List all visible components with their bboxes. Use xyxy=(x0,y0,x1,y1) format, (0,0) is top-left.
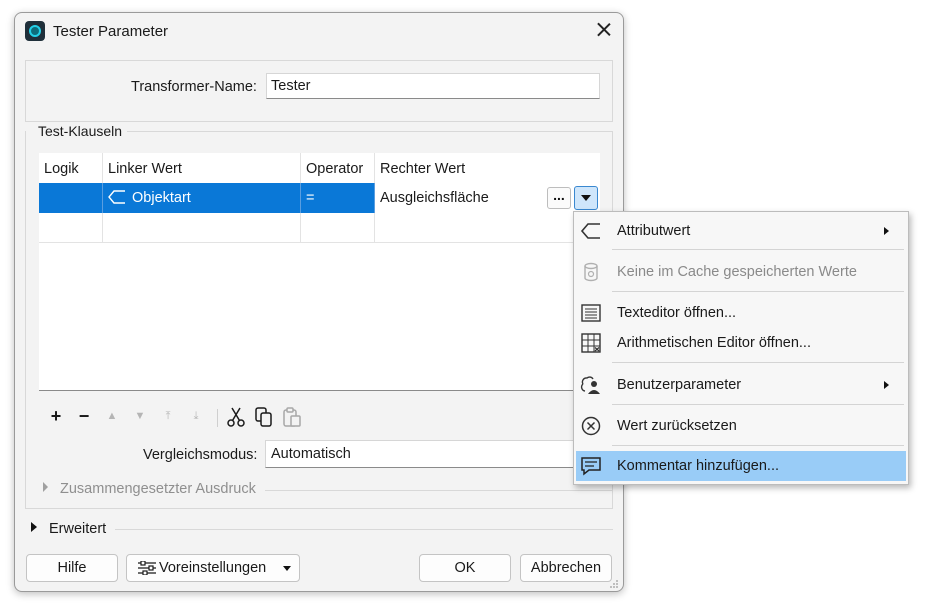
test-clauses-table[interactable]: Logik Linker Wert Operator Rechter Wert … xyxy=(39,153,600,391)
expand-triangle-icon xyxy=(31,522,37,532)
table-row[interactable] xyxy=(39,213,600,243)
move-down-icon[interactable]: ▼ xyxy=(129,405,151,429)
column-header-left-value[interactable]: Linker Wert xyxy=(103,153,301,183)
right-value-text: Ausgleichsfläche xyxy=(380,190,489,206)
attribute-icon xyxy=(580,223,600,239)
compound-expression-toggle[interactable]: Zusammengesetzter Ausdruck xyxy=(43,481,256,497)
menu-separator xyxy=(612,249,904,250)
transformer-name-label: Transformer-Name: xyxy=(131,79,257,95)
cell-logic[interactable] xyxy=(39,183,103,213)
cell-logic[interactable] xyxy=(39,213,103,243)
close-icon[interactable] xyxy=(593,19,615,41)
submenu-arrow-icon xyxy=(884,227,889,235)
menu-item-no-cached-values[interactable]: Keine im Cache gespeicherten Werte xyxy=(576,257,906,287)
cancel-button[interactable]: Abbrechen xyxy=(520,554,612,582)
text-editor-icon xyxy=(581,304,601,322)
table-row[interactable]: Objektart = Ausgleichsfläche ... xyxy=(39,183,600,213)
submenu-arrow-icon xyxy=(884,381,889,389)
menu-separator xyxy=(612,291,904,292)
resize-grip-icon[interactable] xyxy=(609,579,619,589)
table-header: Logik Linker Wert Operator Rechter Wert xyxy=(39,153,600,183)
value-context-menu: Attributwert Keine im Cache gespeicherte… xyxy=(573,211,909,485)
menu-item-label: Texteditor öffnen... xyxy=(617,305,737,321)
transformer-name-panel: Transformer-Name: Tester xyxy=(25,60,613,122)
column-header-logic[interactable]: Logik xyxy=(39,153,103,183)
presets-icon xyxy=(138,561,156,575)
reset-icon xyxy=(581,416,601,436)
column-header-operator[interactable]: Operator xyxy=(301,153,375,183)
user-parameter-icon xyxy=(580,376,600,394)
advanced-label: Erweitert xyxy=(49,521,107,537)
menu-item-attribute-value[interactable]: Attributwert xyxy=(576,216,906,246)
toolbar-separator xyxy=(217,409,218,427)
presets-label: Voreinstellungen xyxy=(159,560,267,576)
cut-icon[interactable] xyxy=(225,405,247,429)
ok-button[interactable]: OK xyxy=(419,554,511,582)
help-button[interactable]: Hilfe xyxy=(26,554,118,582)
move-up-icon[interactable]: ▲ xyxy=(101,405,123,429)
title-bar: Tester Parameter xyxy=(15,13,623,49)
cell-right-value[interactable] xyxy=(375,213,600,243)
menu-item-label: Keine im Cache gespeicherten Werte xyxy=(617,264,857,280)
copy-icon[interactable] xyxy=(253,405,275,429)
move-top-icon[interactable]: ⤒ xyxy=(157,405,179,429)
cell-left-value[interactable]: Objektart xyxy=(103,183,301,213)
menu-item-open-arithmetic-editor[interactable]: Arithmetischen Editor öffnen... xyxy=(576,328,906,358)
menu-item-reset-value[interactable]: Wert zurücksetzen xyxy=(576,411,906,441)
menu-item-add-comment[interactable]: Kommentar hinzufügen... xyxy=(576,451,906,481)
cell-operator[interactable]: = xyxy=(301,183,375,213)
menu-item-label: Benutzerparameter xyxy=(617,377,742,393)
compound-divider xyxy=(265,490,613,491)
remove-clause-button[interactable]: − xyxy=(73,405,95,429)
browse-button[interactable]: ... xyxy=(547,187,571,209)
value-dropdown-button[interactable] xyxy=(574,186,598,210)
chevron-down-icon xyxy=(283,566,291,571)
column-header-right-value[interactable]: Rechter Wert xyxy=(375,153,600,183)
menu-item-open-text-editor[interactable]: Texteditor öffnen... xyxy=(576,298,906,328)
left-value-text: Objektart xyxy=(132,190,191,206)
transformer-name-input[interactable]: Tester xyxy=(266,73,600,99)
group-divider xyxy=(127,131,612,132)
advanced-toggle[interactable]: Erweitert xyxy=(31,521,106,537)
comparison-mode-label: Vergleichsmodus: xyxy=(143,447,258,463)
cache-icon xyxy=(584,262,598,282)
menu-separator xyxy=(612,404,904,405)
advanced-divider xyxy=(115,529,613,530)
add-clause-button[interactable]: + xyxy=(45,405,67,429)
menu-item-label: Attributwert xyxy=(617,223,691,239)
cell-right-value[interactable]: Ausgleichsfläche ... xyxy=(375,183,600,213)
comment-icon xyxy=(581,457,601,476)
app-icon xyxy=(25,21,45,41)
collapsed-triangle-icon xyxy=(43,482,48,492)
test-clauses-title: Test-Klauseln xyxy=(38,123,123,139)
attribute-icon xyxy=(108,190,125,204)
menu-item-label: Kommentar hinzufügen... xyxy=(617,458,780,474)
menu-item-label: Wert zurücksetzen xyxy=(617,418,737,434)
menu-separator xyxy=(612,362,904,363)
dialog-title: Tester Parameter xyxy=(53,23,169,40)
tester-parameter-dialog: Tester Parameter Transformer-Name: Teste… xyxy=(14,12,624,592)
move-bottom-icon[interactable]: ⤓ xyxy=(185,405,207,429)
cell-operator[interactable] xyxy=(301,213,375,243)
presets-button[interactable]: Voreinstellungen xyxy=(126,554,300,582)
calculator-icon xyxy=(581,333,601,353)
compound-expression-label: Zusammengesetzter Ausdruck xyxy=(60,481,256,497)
menu-item-user-parameter[interactable]: Benutzerparameter xyxy=(576,370,906,400)
cell-left-value[interactable] xyxy=(103,213,301,243)
menu-item-label: Arithmetischen Editor öffnen... xyxy=(617,335,811,351)
comparison-mode-select[interactable]: Automatisch xyxy=(265,440,585,468)
menu-separator xyxy=(612,445,904,446)
paste-icon[interactable] xyxy=(281,405,303,429)
